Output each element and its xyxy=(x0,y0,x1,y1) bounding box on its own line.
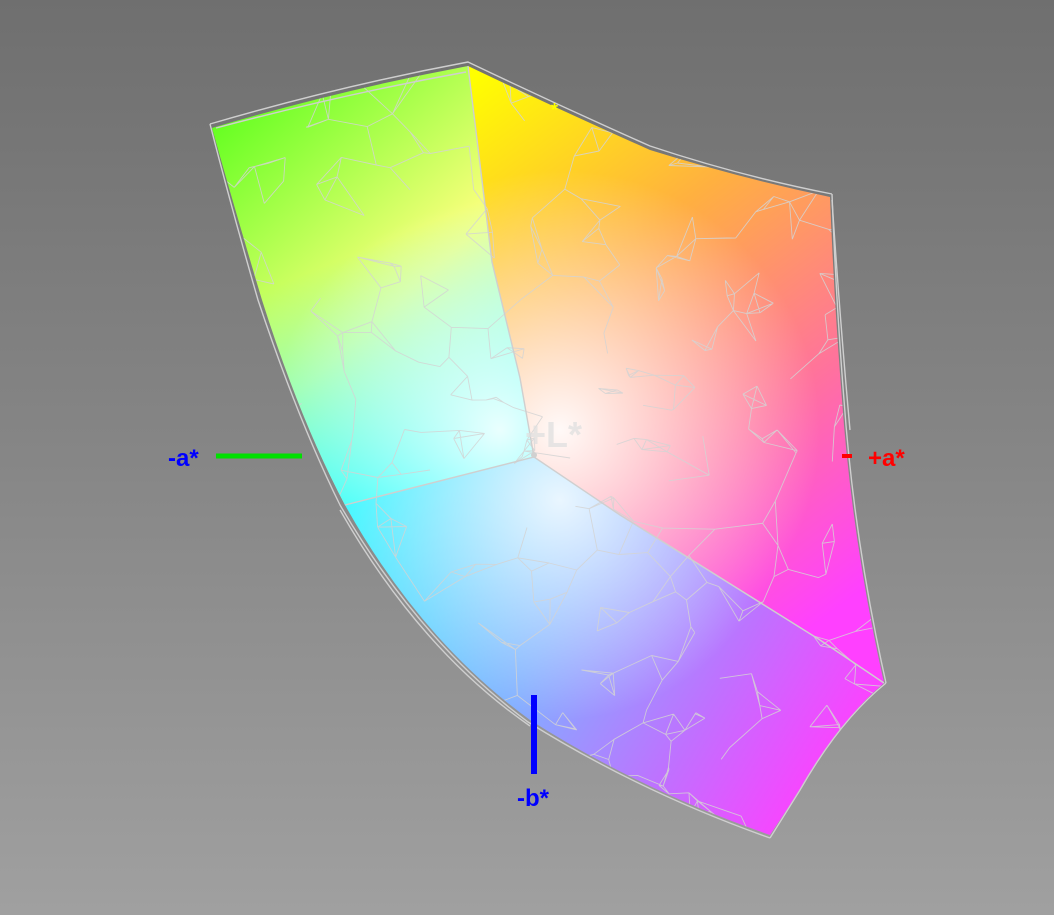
gamut-3d-viewport[interactable]: -a* +a* -b* +L* * xyxy=(0,0,1054,915)
pos-b-axis-label: * xyxy=(551,100,558,120)
neg-a-axis-label: -a* xyxy=(168,445,199,472)
neg-b-axis-label: -b* xyxy=(517,785,550,812)
gamut-volume-plot: -a* +a* -b* +L* * xyxy=(168,61,905,839)
pos-a-axis-label: +a* xyxy=(868,445,905,472)
pos-l-axis-label: +L* xyxy=(525,414,582,455)
